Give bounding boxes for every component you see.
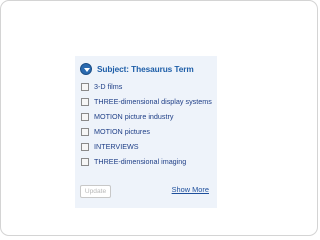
thesaurus-term-facet-panel: Subject: Thesaurus Term 3-D films THREE-… — [75, 56, 217, 208]
term-checkbox[interactable] — [81, 158, 89, 166]
term-checkbox[interactable] — [81, 128, 89, 136]
facet-title: Subject: Thesaurus Term — [97, 64, 194, 74]
term-label[interactable]: THREE-dimensional imaging — [94, 157, 214, 166]
slide-frame: Subject: Thesaurus Term 3-D films THREE-… — [0, 0, 318, 236]
update-button[interactable]: Update — [80, 185, 111, 198]
list-item: THREE-dimensional display systems — [81, 97, 214, 106]
facet-header[interactable]: Subject: Thesaurus Term — [80, 62, 194, 76]
term-label[interactable]: THREE-dimensional display systems — [94, 97, 214, 106]
show-more-link[interactable]: Show More — [172, 185, 209, 194]
chevron-down-circle-icon[interactable] — [80, 63, 92, 75]
list-item: THREE-dimensional imaging — [81, 157, 214, 166]
term-label[interactable]: MOTION pictures — [94, 127, 214, 136]
list-item: INTERVIEWS — [81, 142, 214, 151]
term-checkbox[interactable] — [81, 98, 89, 106]
term-checkbox[interactable] — [81, 143, 89, 151]
term-label[interactable]: MOTION picture industry — [94, 112, 214, 121]
list-item: MOTION picture industry — [81, 112, 214, 121]
term-list: 3-D films THREE-dimensional display syst… — [81, 82, 214, 172]
term-checkbox[interactable] — [81, 83, 89, 91]
term-checkbox[interactable] — [81, 113, 89, 121]
list-item: 3-D films — [81, 82, 214, 91]
list-item: MOTION pictures — [81, 127, 214, 136]
term-label[interactable]: INTERVIEWS — [94, 142, 214, 151]
term-label[interactable]: 3-D films — [94, 82, 214, 91]
